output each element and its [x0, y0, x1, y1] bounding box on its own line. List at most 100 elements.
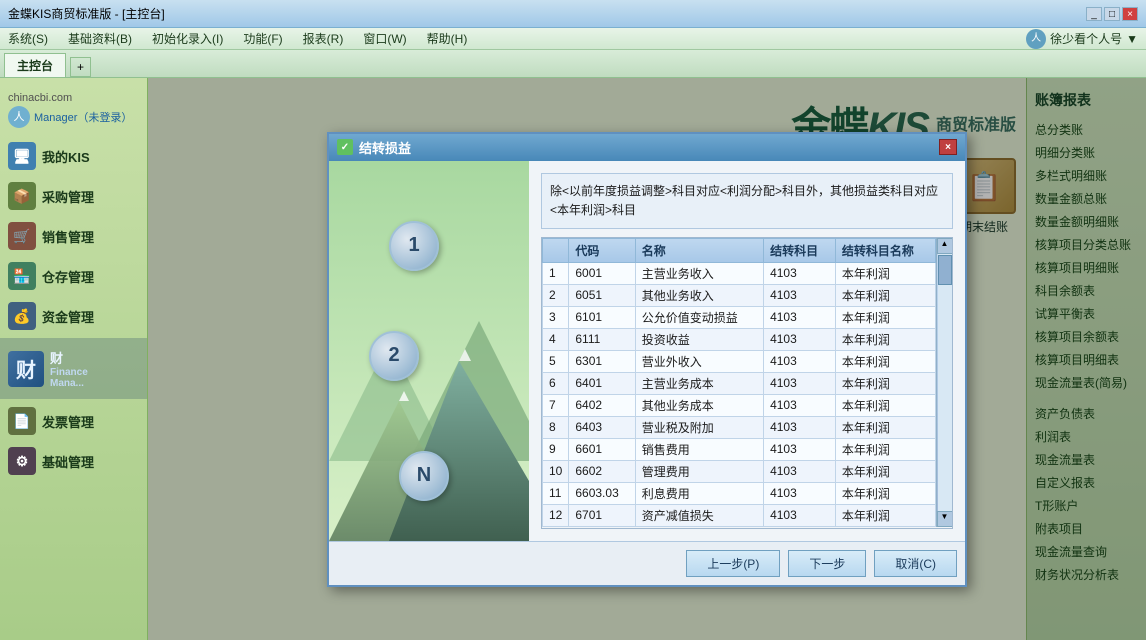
- dialog-footer: 上一步(P) 下一步 取消(C): [329, 541, 965, 585]
- sidebar-item-finance-fund[interactable]: 💰 资金管理: [0, 296, 147, 336]
- table-cell-10-2[interactable]: 利息费用: [635, 482, 763, 504]
- tab-add-button[interactable]: +: [70, 57, 91, 77]
- table-row: 126701资产减值损失4103本年利润: [543, 504, 936, 526]
- menu-init-entry[interactable]: 初始化录入(I): [152, 30, 223, 47]
- table-cell-3-1[interactable]: 6111: [569, 328, 635, 350]
- sidebar-item-finance-big[interactable]: 财 财 FinanceMana...: [0, 338, 147, 399]
- close-window-button[interactable]: ×: [1122, 7, 1138, 21]
- table-cell-5-3[interactable]: 4103: [764, 372, 836, 394]
- table-cell-8-1[interactable]: 6601: [569, 438, 635, 460]
- table-row: 76402其他业务成本4103本年利润: [543, 394, 936, 416]
- sidebar-item-base[interactable]: ⚙ 基础管理: [0, 441, 147, 481]
- table-cell-9-2[interactable]: 管理费用: [635, 460, 763, 482]
- scroll-up-button[interactable]: ▲: [937, 238, 953, 254]
- table-cell-3-2[interactable]: 投资收益: [635, 328, 763, 350]
- next-step-button[interactable]: 下一步: [788, 550, 866, 577]
- dialog-body: 1 2 N 除<以前年度损益调整>科目对应<利润分配>科目外，其他损益类科目对应…: [329, 161, 965, 541]
- cancel-button[interactable]: 取消(C): [874, 550, 957, 577]
- sidebar-label-purchase: 采购管理: [42, 187, 94, 206]
- table-cell-0-4[interactable]: 本年利润: [835, 262, 935, 284]
- table-cell-2-2[interactable]: 公允价值变动损益: [635, 306, 763, 328]
- dialog-steps-panel: 1 2 N: [329, 161, 529, 541]
- table-cell-10-3[interactable]: 4103: [764, 482, 836, 504]
- table-cell-0-3[interactable]: 4103: [764, 262, 836, 284]
- table-cell-11-3[interactable]: 4103: [764, 504, 836, 526]
- sidebar-item-purchase[interactable]: 📦 采购管理: [0, 176, 147, 216]
- table-cell-11-1[interactable]: 6701: [569, 504, 635, 526]
- table-cell-0-2[interactable]: 主营业务收入: [635, 262, 763, 284]
- base-icon: ⚙: [8, 447, 36, 475]
- sidebar-item-invoice[interactable]: 📄 发票管理: [0, 401, 147, 441]
- menu-help[interactable]: 帮助(H): [427, 30, 468, 47]
- table-cell-6-3[interactable]: 4103: [764, 394, 836, 416]
- table-cell-9-4[interactable]: 本年利润: [835, 460, 935, 482]
- table-cell-7-3[interactable]: 4103: [764, 416, 836, 438]
- table-cell-1-1[interactable]: 6051: [569, 284, 635, 306]
- table-cell-8-4[interactable]: 本年利润: [835, 438, 935, 460]
- finance-big-icon: 财: [8, 351, 44, 387]
- table-row: 96601销售费用4103本年利润: [543, 438, 936, 460]
- table-cell-3-3[interactable]: 4103: [764, 328, 836, 350]
- table-cell-2-1[interactable]: 6101: [569, 306, 635, 328]
- vertical-scrollbar[interactable]: ▲ ▼: [936, 238, 952, 527]
- table-cell-8-2[interactable]: 销售费用: [635, 438, 763, 460]
- table-cell-4-1[interactable]: 6301: [569, 350, 635, 372]
- col-transfer-subject: 结转科目: [764, 238, 836, 262]
- table-cell-4-4[interactable]: 本年利润: [835, 350, 935, 372]
- sidebar-item-warehouse[interactable]: 🏪 仓存管理: [0, 256, 147, 296]
- scroll-thumb[interactable]: [938, 255, 952, 285]
- table-cell-10-1[interactable]: 6603.03: [569, 482, 635, 504]
- menu-window[interactable]: 窗口(W): [363, 30, 406, 47]
- table-cell-2-3[interactable]: 4103: [764, 306, 836, 328]
- table-cell-7-4[interactable]: 本年利润: [835, 416, 935, 438]
- sidebar: chinacbi.com 人 Manager（未登录） 🖥 我的KIS 📦 采购…: [0, 78, 148, 640]
- table-cell-0-1[interactable]: 6001: [569, 262, 635, 284]
- table-cell-7-2[interactable]: 营业税及附加: [635, 416, 763, 438]
- table-cell-1-2[interactable]: 其他业务收入: [635, 284, 763, 306]
- minimize-button[interactable]: _: [1086, 7, 1102, 21]
- table-cell-11-2[interactable]: 资产减值损失: [635, 504, 763, 526]
- col-num: [543, 238, 569, 262]
- tab-main-console[interactable]: 主控台: [4, 53, 66, 77]
- user-dropdown-icon[interactable]: ▼: [1126, 32, 1138, 46]
- table-cell-8-0: 9: [543, 438, 569, 460]
- table-cell-5-0: 6: [543, 372, 569, 394]
- table-cell-2-4[interactable]: 本年利润: [835, 306, 935, 328]
- table-cell-7-1[interactable]: 6403: [569, 416, 635, 438]
- table-row: 36101公允价值变动损益4103本年利润: [543, 306, 936, 328]
- table-cell-6-2[interactable]: 其他业务成本: [635, 394, 763, 416]
- table-cell-5-1[interactable]: 6401: [569, 372, 635, 394]
- table-cell-6-0: 7: [543, 394, 569, 416]
- table-cell-11-4[interactable]: 本年利润: [835, 504, 935, 526]
- tab-bar: 主控台 +: [0, 50, 1146, 78]
- dialog-right-panel: 除<以前年度损益调整>科目对应<利润分配>科目外，其他损益类科目对应<本年利润>…: [529, 161, 965, 541]
- username-label[interactable]: 徐少看个人号: [1050, 30, 1122, 47]
- scroll-down-button[interactable]: ▼: [937, 511, 953, 527]
- dialog-close-button[interactable]: ×: [939, 139, 957, 155]
- maximize-button[interactable]: □: [1104, 7, 1120, 21]
- table-cell-4-2[interactable]: 营业外收入: [635, 350, 763, 372]
- table-cell-5-2[interactable]: 主营业务成本: [635, 372, 763, 394]
- step-n: N: [399, 451, 449, 501]
- table-cell-9-3[interactable]: 4103: [764, 460, 836, 482]
- table-cell-8-3[interactable]: 4103: [764, 438, 836, 460]
- menu-function[interactable]: 功能(F): [243, 30, 282, 47]
- table-cell-4-3[interactable]: 4103: [764, 350, 836, 372]
- menu-system[interactable]: 系统(S): [8, 30, 48, 47]
- table-cell-1-4[interactable]: 本年利润: [835, 284, 935, 306]
- sidebar-item-sales[interactable]: 🛒 销售管理: [0, 216, 147, 256]
- table-cell-7-0: 8: [543, 416, 569, 438]
- table-cell-1-3[interactable]: 4103: [764, 284, 836, 306]
- prev-step-button[interactable]: 上一步(P): [686, 550, 780, 577]
- table-cell-6-4[interactable]: 本年利润: [835, 394, 935, 416]
- table-cell-9-1[interactable]: 6602: [569, 460, 635, 482]
- menu-reports[interactable]: 报表(R): [303, 30, 344, 47]
- table-cell-6-1[interactable]: 6402: [569, 394, 635, 416]
- sidebar-item-my-kis[interactable]: 🖥 我的KIS: [0, 136, 147, 176]
- table-cell-5-4[interactable]: 本年利润: [835, 372, 935, 394]
- table-cell-1-0: 2: [543, 284, 569, 306]
- menu-basic-data[interactable]: 基础资料(B): [68, 30, 132, 47]
- manager-area: chinacbi.com 人 Manager（未登录）: [0, 88, 147, 136]
- table-cell-3-4[interactable]: 本年利润: [835, 328, 935, 350]
- table-cell-10-4[interactable]: 本年利润: [835, 482, 935, 504]
